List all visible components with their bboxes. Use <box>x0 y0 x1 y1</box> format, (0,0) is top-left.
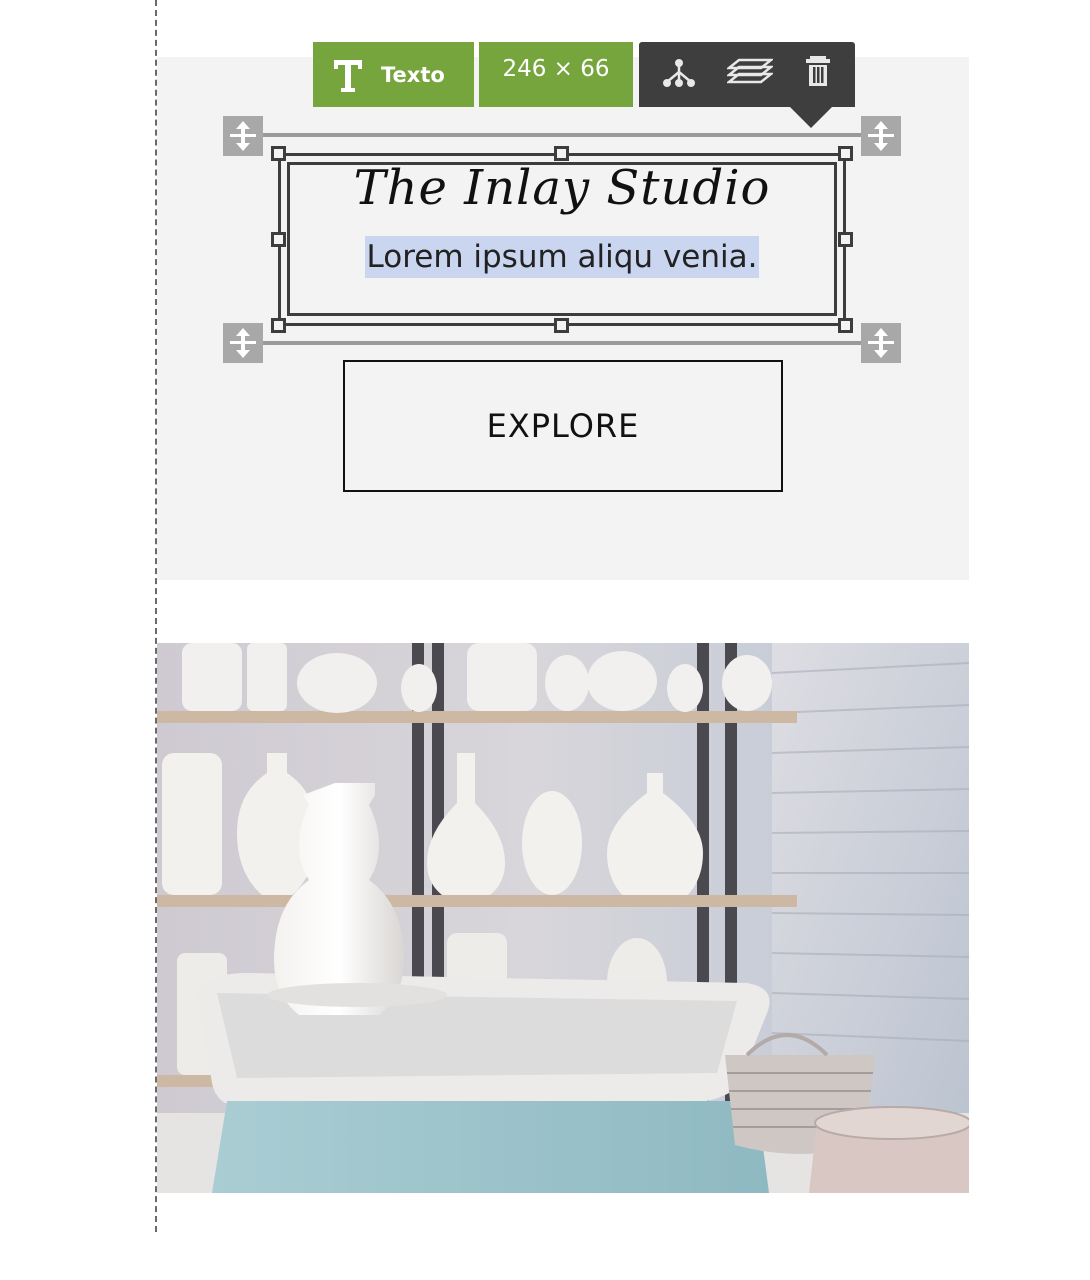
element-type-button[interactable]: Texto <box>313 42 474 107</box>
element-actions <box>639 42 855 107</box>
move-handle-bottom-left[interactable] <box>223 323 263 363</box>
selection-bottom-guide <box>262 341 864 345</box>
move-icon <box>230 328 256 358</box>
move-icon <box>230 121 256 151</box>
resize-handle-top-right[interactable] <box>838 146 853 161</box>
toolbar-pointer <box>790 107 832 128</box>
move-handle-bottom-right[interactable] <box>861 323 901 363</box>
resize-handle-right[interactable] <box>838 232 853 247</box>
move-handle-top-right[interactable] <box>861 116 901 156</box>
hero-subtitle-wrap: Lorem ipsum aliqu venia. <box>287 236 837 278</box>
resize-handle-left[interactable] <box>271 232 286 247</box>
pottery-studio-image[interactable] <box>157 643 969 1193</box>
hero-subtitle-selected-text[interactable]: Lorem ipsum aliqu venia. <box>364 236 760 278</box>
resize-handle-bottom[interactable] <box>554 318 569 333</box>
move-handle-top-left[interactable] <box>223 116 263 156</box>
move-icon <box>868 328 894 358</box>
selection-top-guide <box>262 133 864 137</box>
resize-handle-bottom-left[interactable] <box>271 318 286 333</box>
resize-handle-top-left[interactable] <box>271 146 286 161</box>
resize-handle-top[interactable] <box>554 146 569 161</box>
pottery-studio-photo <box>157 643 969 1193</box>
structure-icon[interactable] <box>659 54 699 90</box>
text-icon <box>333 59 363 92</box>
element-type-label: Texto <box>381 62 445 87</box>
explore-button[interactable]: EXPLORE <box>343 360 783 492</box>
layers-icon[interactable] <box>725 54 775 90</box>
hero-title[interactable]: The Inlay Studio <box>287 160 837 216</box>
move-icon <box>868 121 894 151</box>
element-size-label: 246 × 66 <box>479 42 633 107</box>
trash-icon[interactable] <box>801 54 841 90</box>
resize-handle-bottom-right[interactable] <box>838 318 853 333</box>
